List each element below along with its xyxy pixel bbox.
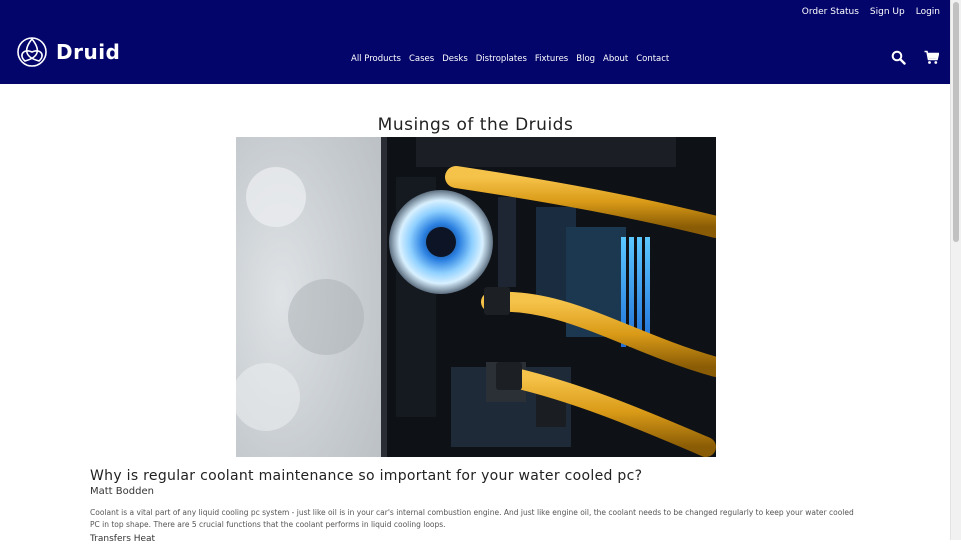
header-icons	[891, 50, 940, 65]
main-nav: All Products Cases Desks Distroplates Fi…	[351, 54, 669, 64]
site-header: Order Status Sign Up Login Druid All Pro…	[0, 0, 951, 84]
nav-cases[interactable]: Cases	[409, 54, 434, 64]
post-title[interactable]: Why is regular coolant maintenance so im…	[90, 468, 642, 484]
post-author: Matt Bodden	[90, 486, 154, 497]
nav-distroplates[interactable]: Distroplates	[476, 54, 527, 64]
section-heading: Transfers Heat	[90, 534, 156, 544]
page-scrollbar[interactable]	[950, 0, 961, 540]
nav-desks[interactable]: Desks	[442, 54, 468, 64]
order-status-link[interactable]: Order Status	[802, 7, 859, 17]
sign-up-link[interactable]: Sign Up	[870, 7, 905, 17]
celtic-triquetra-icon	[17, 37, 47, 67]
scrollbar-thumb[interactable]	[953, 2, 959, 242]
brand-logo[interactable]: Druid	[15, 35, 120, 69]
top-links: Order Status Sign Up Login	[802, 7, 940, 17]
hero-image	[236, 137, 716, 457]
login-link[interactable]: Login	[916, 7, 940, 17]
nav-all-products[interactable]: All Products	[351, 54, 401, 64]
nav-contact[interactable]: Contact	[636, 54, 669, 64]
page-title: Musings of the Druids	[377, 115, 574, 136]
water-cooled-pc-photo	[236, 137, 716, 457]
brand-name: Druid	[56, 40, 121, 64]
post-excerpt: Coolant is a vital part of any liquid co…	[90, 507, 854, 529]
nav-fixtures[interactable]: Fixtures	[535, 54, 568, 64]
cart-icon[interactable]	[924, 50, 940, 65]
search-icon[interactable]	[891, 50, 906, 65]
nav-blog[interactable]: Blog	[576, 54, 595, 64]
nav-about[interactable]: About	[603, 54, 628, 64]
